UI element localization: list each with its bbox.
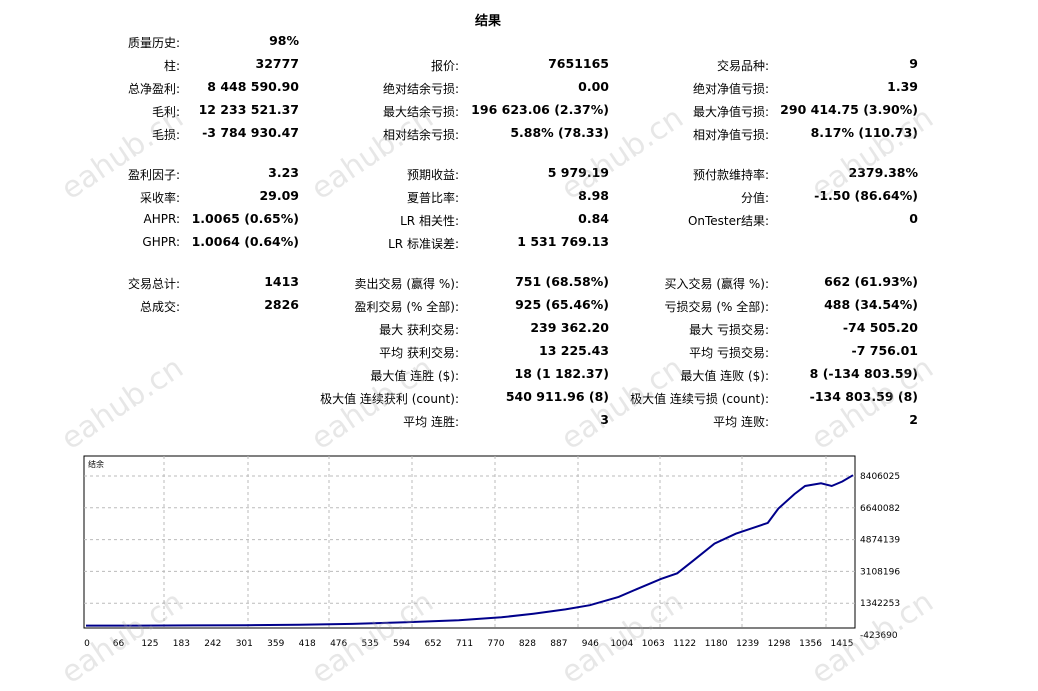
x-tick-label: 418 bbox=[299, 639, 316, 649]
x-tick-label: 887 bbox=[550, 639, 567, 649]
x-tick-label: 1122 bbox=[673, 639, 696, 649]
x-tick-label: 1356 bbox=[799, 639, 822, 649]
x-tick-label: 770 bbox=[487, 639, 504, 649]
x-tick-label: 242 bbox=[204, 639, 221, 649]
x-tick-label: 1180 bbox=[705, 639, 728, 649]
x-tick-label: 359 bbox=[267, 639, 284, 649]
x-tick-label: 66 bbox=[113, 639, 125, 649]
y-tick-label: -423690 bbox=[860, 631, 898, 641]
chart-legend-label: 结余 bbox=[88, 459, 104, 469]
x-tick-label: 594 bbox=[393, 639, 410, 649]
y-tick-label: 3108196 bbox=[860, 567, 900, 577]
x-tick-label: 476 bbox=[330, 639, 347, 649]
x-tick-label: 1415 bbox=[831, 639, 854, 649]
x-tick-label: 828 bbox=[519, 639, 536, 649]
x-tick-label: 125 bbox=[141, 639, 158, 649]
balance-chart: 8406025 6640082 4874139 3108196 1342253 -4236… bbox=[83, 455, 900, 649]
y-tick-label: 4874139 bbox=[860, 536, 900, 546]
x-tick-label: 1063 bbox=[642, 639, 665, 649]
x-tick-label: 0 bbox=[84, 639, 90, 649]
x-tick-label: 183 bbox=[173, 639, 190, 649]
x-tick-label: 652 bbox=[424, 639, 441, 649]
y-tick-label: 6640082 bbox=[860, 504, 900, 514]
x-tick-label: 1298 bbox=[768, 639, 791, 649]
x-tick-label: 535 bbox=[362, 639, 379, 649]
x-tick-label: 946 bbox=[582, 639, 599, 649]
x-tick-label: 1239 bbox=[736, 639, 759, 649]
y-tick-label: 1342253 bbox=[860, 599, 900, 609]
x-tick-label: 301 bbox=[236, 639, 253, 649]
x-tick-label: 711 bbox=[456, 639, 473, 649]
x-tick-label: 1004 bbox=[610, 639, 633, 649]
chart-frame bbox=[83, 455, 856, 629]
y-tick-label: 8406025 bbox=[860, 472, 900, 482]
